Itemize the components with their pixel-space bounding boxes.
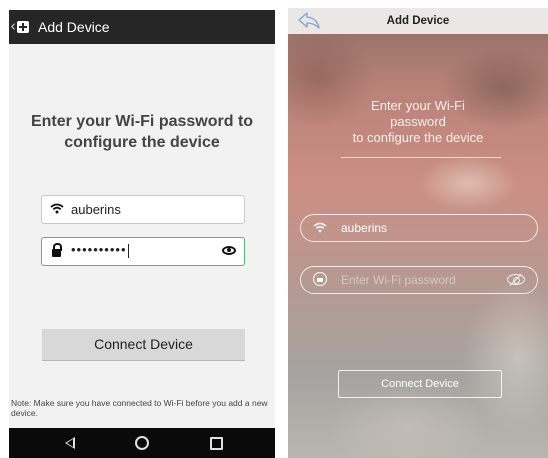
password-field[interactable] (300, 266, 538, 294)
app-bar: ‹ Add Device (9, 10, 275, 44)
text-cursor (127, 243, 129, 258)
lock-icon (52, 243, 62, 257)
heading-line: to configure the device (352, 130, 484, 145)
nav-back-icon[interactable] (65, 437, 75, 449)
app-bar-title: Add Device (38, 19, 110, 35)
password-field[interactable]: •••••••••• (41, 237, 245, 266)
nav-recents-icon[interactable] (210, 437, 223, 450)
ssid-field[interactable]: auberins (300, 214, 538, 242)
heading-divider (341, 157, 501, 158)
ssid-value: auberins (341, 221, 388, 235)
wifi-icon (50, 203, 64, 214)
ios-screen: Add Device Enter your Wi-Fi password to … (288, 8, 548, 458)
add-box-icon (17, 21, 29, 33)
password-value: •••••••••• (71, 242, 129, 258)
nav-home-icon[interactable] (135, 436, 149, 450)
eye-icon[interactable] (222, 246, 236, 255)
nav-title: Add Device (386, 15, 450, 27)
lock-icon (313, 272, 327, 286)
android-screen: ‹ Add Device Enter your Wi-Fi password t… (9, 10, 275, 458)
connect-device-button[interactable]: Connect Device (338, 370, 502, 398)
nav-bar: Add Device (288, 8, 548, 34)
heading-line: Enter your Wi-Fi (371, 98, 465, 113)
page-heading: Enter your Wi-Fi password to configure t… (338, 98, 498, 146)
page-heading: Enter your Wi-Fi password to configure t… (30, 113, 254, 151)
note-text: Note: Make sure you have connected to Wi… (11, 398, 268, 418)
password-input[interactable] (341, 272, 491, 288)
wifi-icon (313, 222, 327, 233)
ssid-value: auberins (71, 202, 121, 217)
ssid-field[interactable]: auberins (41, 195, 245, 224)
system-nav-bar (9, 428, 275, 458)
connect-device-button[interactable]: Connect Device (42, 329, 245, 361)
eye-off-icon[interactable] (507, 274, 525, 285)
back-icon[interactable]: ‹ (10, 18, 16, 34)
heading-line: password (390, 114, 446, 129)
